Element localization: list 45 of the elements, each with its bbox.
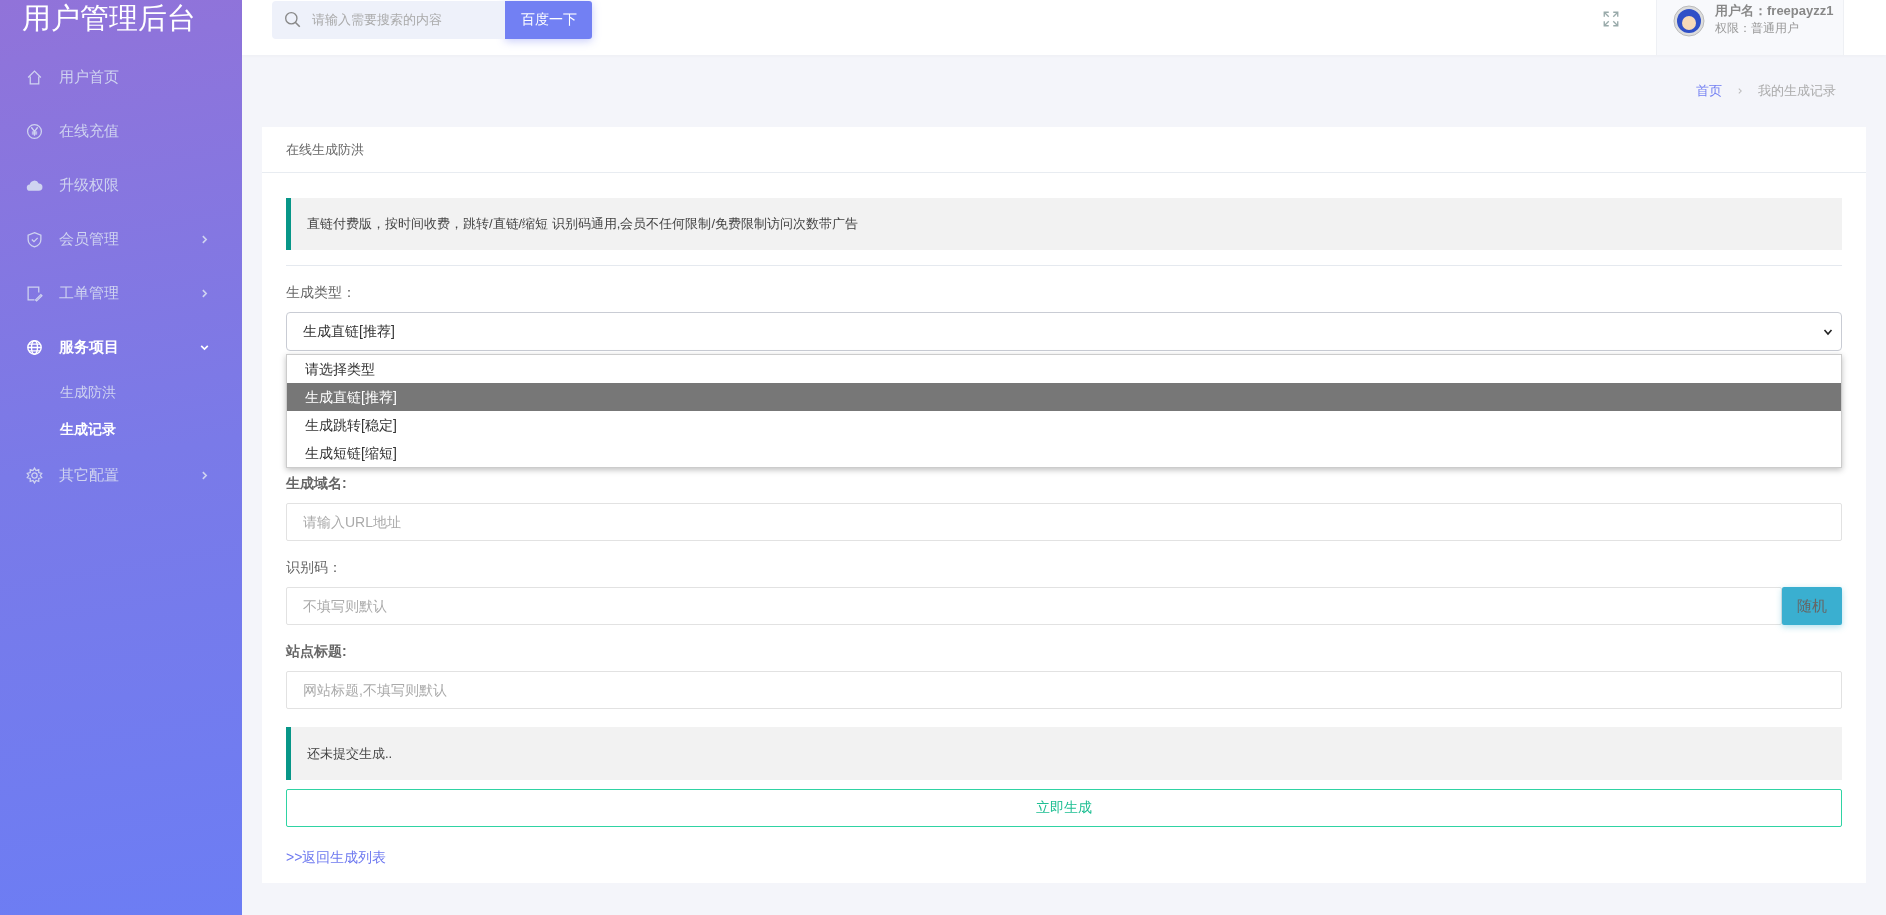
user-panel[interactable]: 用户名：freepayzz1 权限：普通用户 <box>1656 0 1844 55</box>
field-label: 站点标题: <box>286 643 348 661</box>
user-name: 用户名：freepayzz1 <box>1715 2 1834 20</box>
app-title: 用户管理后台 <box>21 1 197 36</box>
notice-banner: 直链付费版，按时间收费，跳转/直链/缩短 识别码通用,会员不任何限制/免费限制访问次数带广告 <box>286 198 1842 250</box>
type-select[interactable]: 生成直链[推荐] <box>286 312 1842 351</box>
dropdown-option[interactable]: 请选择类型 <box>287 355 1841 383</box>
dropdown-option[interactable]: 生成跳转[稳定] <box>287 411 1841 439</box>
random-button[interactable]: 随机 <box>1782 587 1842 625</box>
document-icon <box>26 284 43 302</box>
fullscreen-icon[interactable] <box>1602 9 1620 28</box>
breadcrumb-link[interactable]: 首页 <box>1696 82 1722 100</box>
field-label: 生成类型： <box>286 284 357 302</box>
status-banner: 还未提交生成.. <box>286 727 1842 780</box>
sidebar-item[interactable]: 在线充值 <box>0 104 242 158</box>
search-button[interactable]: 百度一下 <box>505 0 592 39</box>
sidebar-item[interactable]: 会员管理 <box>0 212 242 266</box>
card-title: 在线生成防洪 <box>262 127 1866 173</box>
submenu-item[interactable]: 生成防洪 <box>0 374 242 411</box>
breadcrumb-current: 我的生成记录 <box>1758 82 1836 100</box>
input-field[interactable]: 不填写则默认 <box>286 587 1782 625</box>
search-field[interactable]: 请输入需要搜索的内容 <box>272 0 505 39</box>
field-label: 生成域名: <box>286 475 348 493</box>
sidebar-item[interactable]: 升级权限 <box>0 158 242 212</box>
input-field[interactable]: 网站标题,不填写则默认 <box>286 671 1842 709</box>
field-label: 识别码： <box>286 559 343 577</box>
avatar <box>1673 4 1705 37</box>
yen-icon <box>26 122 43 140</box>
gear-icon <box>26 466 43 484</box>
sidebar-item[interactable]: 服务项目 <box>0 320 242 374</box>
input-field[interactable]: 请输入URL地址 <box>286 503 1842 541</box>
sidebar-item[interactable]: 用户首页 <box>0 50 242 104</box>
home-icon <box>26 68 43 86</box>
search-icon <box>284 10 302 29</box>
shield-icon <box>26 230 43 248</box>
sidebar-item[interactable]: 其它配置 <box>0 448 242 502</box>
back-link[interactable]: >>返回生成列表 <box>286 849 387 867</box>
user-role: 权限：普通用户 <box>1715 20 1800 37</box>
dropdown-option[interactable]: 生成直链[推荐] <box>287 383 1841 411</box>
globe-icon <box>26 338 43 356</box>
breadcrumb-separator-icon <box>1736 87 1744 95</box>
submenu-item[interactable]: 生成记录 <box>0 411 242 448</box>
sidebar-item[interactable]: 工单管理 <box>0 266 242 320</box>
dropdown-option[interactable]: 生成短链[缩短] <box>287 439 1841 467</box>
generate-button[interactable]: 立即生成 <box>286 789 1842 827</box>
